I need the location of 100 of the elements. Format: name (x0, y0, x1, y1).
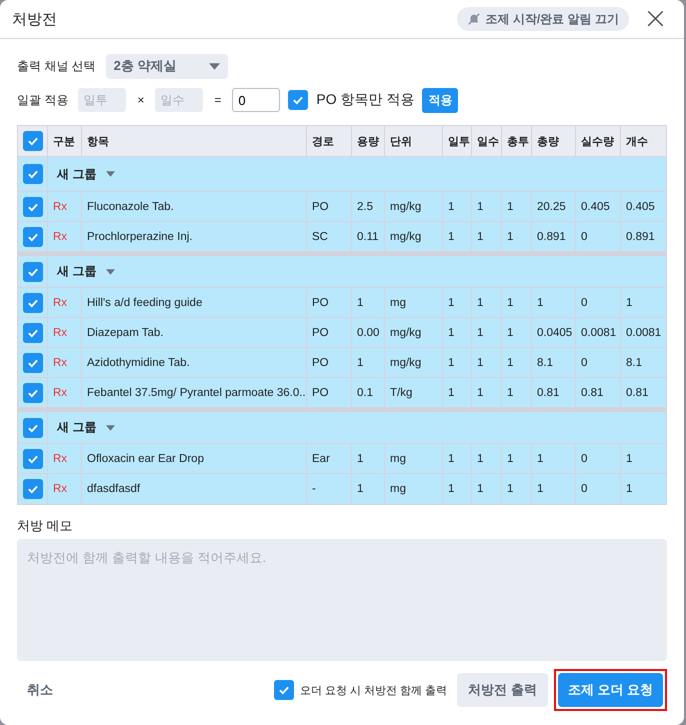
route-cell: PO (312, 356, 329, 368)
column-header: 용량 (357, 134, 379, 148)
route-cell: SC (312, 230, 328, 242)
checkbox[interactable] (22, 196, 42, 216)
daily-field[interactable]: 일투 (78, 88, 126, 112)
total-cell: 8.1 (537, 356, 553, 368)
daily-cell: 1 (448, 386, 454, 398)
type-cell: Rx (53, 296, 68, 308)
type-cell: Rx (53, 483, 68, 495)
checkbox[interactable] (22, 479, 42, 499)
column-header: 실수량 (581, 134, 614, 148)
column-header: 단위 (390, 134, 412, 148)
unit-cell: mg/kg (390, 200, 422, 212)
dose-cell: 0.1 (357, 386, 373, 398)
count-cell: 0.0081 (626, 326, 662, 338)
column-header: 구분 (53, 134, 75, 148)
group-name: 새 그룹 (57, 166, 96, 182)
checkbox[interactable] (22, 448, 42, 468)
checkbox[interactable] (22, 292, 42, 312)
total-doses-cell: 1 (507, 230, 514, 242)
total-cell: 0.0405 (537, 326, 572, 338)
total-doses-cell: 1 (507, 386, 514, 398)
count-cell: 0.405 (626, 200, 655, 212)
print-button[interactable]: 처방전 출력 (457, 673, 548, 707)
total-doses-cell: 1 (507, 326, 514, 338)
item-name-cell: Ofloxacin ear Ear Drop (87, 452, 204, 464)
submit-order-button[interactable]: 조제 오더 요청 (558, 673, 663, 707)
days-cell: 1 (477, 452, 484, 464)
channel-dropdown[interactable]: 2층 약제실 (106, 54, 228, 78)
checkbox[interactable] (22, 131, 42, 151)
days-cell: 1 (477, 356, 484, 368)
checkbox[interactable] (22, 262, 42, 282)
daily-cell: 1 (448, 326, 454, 338)
memo-field[interactable]: 처방전에 함께 출력할 내용을 적어주세요. (17, 539, 667, 661)
actual-amount-cell: 0 (581, 452, 588, 464)
route-cell: PO (312, 326, 329, 338)
dose-cell: 1 (357, 356, 364, 368)
route-cell: Ear (312, 452, 330, 464)
checkbox[interactable] (22, 418, 42, 438)
po-only-label: PO 항목만 적용 (316, 91, 414, 109)
checkbox[interactable] (22, 226, 42, 246)
daily-cell: 1 (448, 452, 454, 464)
checkbox[interactable] (22, 322, 42, 342)
type-cell: Rx (53, 230, 68, 242)
daily-cell: 1 (448, 230, 454, 242)
dose-cell: 1 (357, 483, 364, 495)
column-header: 항목 (87, 134, 109, 148)
unit-cell: mg/kg (390, 326, 422, 338)
checkbox[interactable] (22, 164, 42, 184)
count-cell: 0.891 (626, 230, 655, 242)
channel-label: 출력 채널 선택 (17, 58, 96, 74)
apply-button[interactable]: 적용 (422, 88, 458, 112)
actual-amount-cell: 0.0081 (581, 326, 616, 338)
dropdown-arrow-icon[interactable] (106, 171, 116, 177)
item-name-cell: Febantel 37.5mg/ Pyrantel parmoate 36.0... (87, 386, 306, 398)
days-cell: 1 (477, 386, 484, 398)
checkbox[interactable] (274, 680, 294, 700)
days-cell: 1 (477, 200, 484, 212)
unit-cell: mg (390, 452, 406, 464)
dropdown-arrow-icon[interactable] (106, 268, 116, 274)
column-header: 개수 (626, 134, 648, 148)
count-cell: 1 (626, 452, 632, 464)
route-cell: PO (312, 200, 329, 212)
dose-cell: 1 (357, 452, 364, 464)
total-doses-cell: 1 (507, 296, 514, 308)
checkbox[interactable] (22, 382, 42, 402)
dropdown-arrow-icon[interactable] (106, 424, 116, 430)
total-cell: 1 (537, 452, 544, 464)
total-cell: 20.25 (537, 200, 566, 212)
print-with-order-label: 오더 요청 시 처방전 함께 출력 (300, 684, 448, 698)
column-header: 총량 (537, 134, 559, 148)
total-cell: 0.81 (537, 386, 560, 398)
mute-alert-button[interactable]: 조제 시작/완료 알림 끄기 (456, 7, 629, 31)
route-cell: PO (312, 386, 329, 398)
cancel-button[interactable]: 취소 (17, 681, 63, 699)
total-cell: 0.891 (537, 230, 566, 242)
type-cell: Rx (53, 386, 68, 398)
total-doses-cell: 1 (507, 483, 514, 495)
actual-amount-cell: 0.81 (581, 386, 604, 398)
daily-cell: 1 (448, 483, 454, 495)
days-field[interactable]: 일수 (155, 88, 204, 112)
memo-label: 처방 메모 (17, 517, 74, 535)
total-field[interactable]: 0 (232, 88, 280, 112)
item-name-cell: dfasdfasdf (87, 483, 140, 495)
item-name-cell: Fluconazole Tab. (87, 200, 174, 212)
days-cell: 1 (477, 483, 484, 495)
actual-amount-cell: 0 (581, 230, 588, 242)
checkbox[interactable] (22, 352, 42, 372)
unit-cell: T/kg (390, 386, 412, 398)
dropdown-arrow-icon (208, 62, 220, 70)
column-header: 총투 (507, 134, 529, 148)
times-sign: × (137, 93, 144, 107)
dose-cell: 1 (357, 296, 364, 308)
actual-amount-cell: 0 (581, 356, 588, 368)
close-button[interactable]: × (638, 7, 672, 31)
daily-cell: 1 (448, 356, 454, 368)
total-cell: 1 (537, 483, 544, 495)
unit-cell: mg (390, 483, 406, 495)
checkbox[interactable] (288, 90, 308, 110)
window-title: 처방전 (12, 10, 58, 28)
